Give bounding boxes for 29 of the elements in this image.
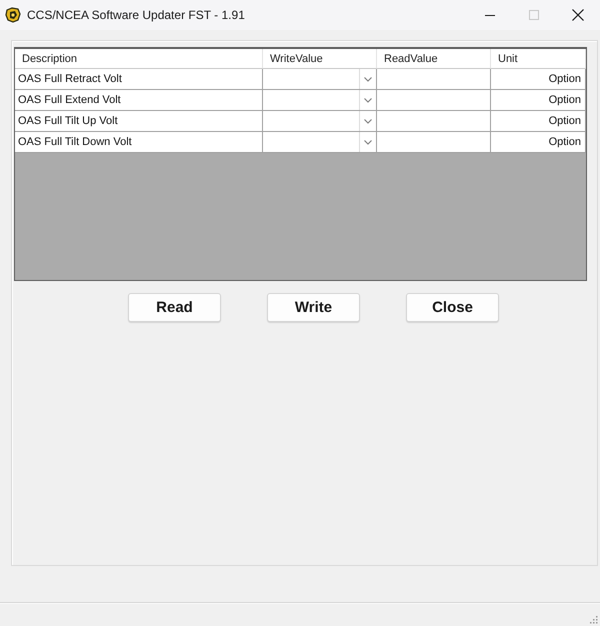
action-button[interactable]: Close (406, 293, 499, 322)
table-cell: Option (491, 69, 586, 90)
table-cell: OAS Full Tilt Up Volt (15, 111, 263, 132)
minimize-icon (485, 14, 495, 16)
chevron-down-icon (364, 140, 372, 144)
action-button[interactable]: Write (267, 293, 360, 322)
size-grip-icon[interactable] (589, 615, 598, 624)
column-header: Unit (491, 49, 586, 69)
dropdown-field[interactable] (263, 132, 377, 153)
column-header: Description (15, 49, 263, 69)
table-cell: OAS Full Retract Volt (15, 69, 263, 90)
table-cell: Option (491, 111, 586, 132)
chevron-down-icon (364, 98, 372, 102)
action-button[interactable]: Read (128, 293, 221, 322)
table-cell: Option (491, 132, 586, 153)
dropdown-field[interactable] (263, 69, 377, 90)
window-title: CCS/NCEA Software Updater FST - 1.91 (27, 8, 246, 22)
close-icon (572, 9, 584, 21)
table-cell: OAS Full Tilt Down Volt (15, 132, 263, 153)
logo-icon (5, 7, 21, 23)
table-cell: Option (491, 90, 586, 111)
dropdown-field[interactable] (263, 90, 377, 111)
maximize-icon (529, 10, 539, 20)
table-cell: OAS Full Extend Volt (15, 90, 263, 111)
column-header: ReadValue (377, 49, 491, 69)
column-header: WriteValue (263, 49, 377, 69)
chevron-down-icon (364, 76, 372, 82)
chevron-down-icon (364, 118, 372, 124)
dropdown-field[interactable] (263, 111, 377, 132)
